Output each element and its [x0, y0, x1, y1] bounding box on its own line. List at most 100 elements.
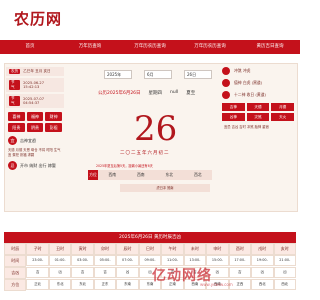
- jieqi-row-2: 节气 2025-07-07 04:54:37: [6, 94, 64, 108]
- red-dot-icon: [222, 79, 230, 87]
- right-button[interactable]: 月德: [271, 103, 294, 111]
- table-row: 吉凶 吉 凶 吉 吉 凶 凶 吉 吉 凶 吉 凶 凶: [4, 267, 296, 279]
- table-header-row: 时辰 子时 丑时 寅时 卯时 辰时 巳时 午时 未时 申时 酉时 戌时 亥时: [4, 243, 296, 255]
- table-header-cell: 酉时: [228, 243, 252, 255]
- table-cell: 21:00-22:59: [273, 255, 296, 271]
- main-nav: 首页 万年历查询 万年历农历查询 万年历农历查询 黄历吉日查询: [0, 40, 300, 54]
- table-header-cell: 寅时: [71, 243, 94, 255]
- yi-title: 吉神宜趋: [20, 137, 36, 143]
- day-select[interactable]: 26日: [184, 70, 212, 79]
- right-button[interactable]: 吉神: [222, 103, 245, 111]
- right-label: 值神: [234, 80, 242, 85]
- jieqi-row: 节气 2025-06-27 15:42:13: [6, 78, 64, 92]
- table-cell: 19:00-20:59: [251, 255, 274, 271]
- table-header-cell: 丑时: [48, 243, 72, 255]
- top-bar: 农历网: [0, 0, 300, 36]
- right-row: 值神 白虎 (黑道): [222, 79, 294, 87]
- table-header-cell: 辰时: [116, 243, 139, 255]
- god-button[interactable]: 彭祖: [45, 123, 62, 132]
- yi-header: 宜 吉神宜趋: [8, 136, 62, 145]
- right-button[interactable]: 天德: [246, 103, 270, 111]
- table-header-cell: 戌时: [251, 243, 274, 255]
- right-value: 白虎 (黑道): [242, 80, 263, 85]
- god-button[interactable]: 喜神: [8, 112, 25, 121]
- year-select[interactable]: 2025年: [104, 70, 132, 79]
- table-header-cell: 未时: [183, 243, 207, 255]
- watermark-url: www.ydwlw.com: [200, 282, 233, 287]
- direction-label: 方位: [88, 170, 98, 180]
- row-value: 乙巳年 丑月 亥日: [23, 69, 51, 73]
- god-button[interactable]: 阳贵: [8, 123, 25, 132]
- table-cell: 西北: [273, 279, 296, 290]
- nav-item-lunar[interactable]: 万年历农历查询: [120, 40, 180, 54]
- table-header-cell: 午时: [161, 243, 184, 255]
- table-cell: 东北: [48, 279, 72, 290]
- right-button[interactable]: 天火: [271, 113, 294, 121]
- row-tag: 农历: [9, 69, 21, 74]
- table-cell: 23:00-00:59: [26, 255, 49, 271]
- right-button[interactable]: 凶神: [222, 113, 245, 121]
- table-cell: 东南: [116, 279, 139, 290]
- table-cell: 吉: [228, 267, 252, 278]
- yi-icon: 宜: [8, 136, 17, 145]
- direction-cell: 东北: [154, 170, 184, 180]
- right-button[interactable]: 灾煞: [246, 113, 270, 121]
- row-tag: 节气: [9, 80, 21, 90]
- table-cell: 东北: [71, 279, 94, 290]
- right-row: 冲煞 冲虎: [222, 67, 294, 75]
- direction-cell: 西南: [126, 170, 155, 180]
- hour-table: 2025年6月26日 黄历时辰吉凶 时辰 子时 丑时 寅时 卯时 辰时 巳时 午…: [4, 232, 296, 291]
- god-button[interactable]: 福神: [26, 112, 44, 121]
- table-cell: 时间: [4, 255, 27, 267]
- direction-bar: 方位 西南 西南 东北 西北: [88, 170, 212, 180]
- table-cell: 吉凶: [4, 267, 27, 279]
- ji-text: 开市 纳财 出行 嫁娶: [20, 162, 56, 168]
- table-cell: 方位: [4, 279, 27, 291]
- table-cell: 吉: [93, 267, 117, 278]
- table-cell: 正北: [26, 279, 49, 290]
- table-cell: 凶: [251, 267, 274, 278]
- date-summary: 公历2025年6月26日 星期四 null 夏至: [98, 90, 195, 96]
- right-value: 冲虎: [242, 68, 251, 73]
- weekday: 星期四: [148, 91, 163, 96]
- nav-item-auspicious[interactable]: 黄历吉日查询: [240, 40, 300, 54]
- table-row: 时间 23:00-00:59 01:00-02:59 03:00-04:59 0…: [4, 255, 296, 271]
- ji-header: 忌 开市 纳财 出行 嫁娶: [8, 161, 62, 170]
- table-cell: 凶: [273, 267, 296, 278]
- extra-info: null: [170, 90, 179, 95]
- season: 夏至: [186, 91, 196, 96]
- right-buttons: 吉神 天德 月德 凶神 灾煞 天火: [222, 103, 294, 121]
- table-cell: 西北: [251, 279, 274, 290]
- nav-item-lunar-2[interactable]: 万年历农历查询: [180, 40, 240, 54]
- table-cell: 07:00-08:59: [116, 255, 139, 271]
- month-select[interactable]: 6月: [144, 70, 172, 79]
- right-value: 收日 (黄道): [246, 92, 266, 97]
- table-cell: 17:00-18:59: [228, 255, 252, 271]
- solar-term-note: 2025年夏至后第5天，距离小暑还有6天: [96, 164, 153, 168]
- table-cell: 正东: [93, 279, 117, 290]
- right-bottom-text: 宜忌 吉凶 吉时 冲煞 胎神 星宿: [224, 125, 269, 129]
- yi-text: 天德 月德 天恩 母仓 不将 时阳 生气 宜 祭祀 祈福 求嗣: [8, 148, 61, 157]
- table-header-cell: 卯时: [93, 243, 117, 255]
- lunar-date: 二〇二五年六月初二: [120, 151, 170, 156]
- table-cell: 凶: [116, 267, 139, 278]
- left-panel: 农历 乙巳年 丑月 亥日 节气 2025-06-27 15:42:13 节气 2…: [6, 67, 64, 173]
- row-value: 2025-07-07 04:54:37: [23, 97, 45, 105]
- god-buttons: 喜神 福神 财神 阳贵 阴贵 彭祖: [8, 112, 62, 132]
- god-button[interactable]: 阴贵: [26, 123, 44, 132]
- ji-icon: 忌: [8, 161, 17, 170]
- site-logo[interactable]: 农历网: [14, 8, 62, 29]
- nav-item-calendar[interactable]: 万年历查询: [60, 40, 120, 54]
- god-button[interactable]: 财神: [45, 112, 62, 121]
- table-cell: 01:00-02:59: [48, 255, 72, 271]
- nav-item-home[interactable]: 首页: [0, 40, 60, 54]
- row-tag: 节气: [9, 96, 21, 106]
- table-header-cell: 申时: [206, 243, 229, 255]
- table-header-cell: 亥时: [273, 243, 296, 255]
- solar-date: 公历2025年6月26日: [98, 91, 141, 96]
- table-title: 2025年6月26日 黄历时辰吉凶: [4, 232, 296, 243]
- table-cell: 吉: [26, 267, 49, 278]
- right-label: 十二神: [234, 92, 246, 97]
- table-cell: 05:00-06:59: [93, 255, 117, 271]
- row-value: 2025-06-27 15:42:13: [23, 81, 45, 89]
